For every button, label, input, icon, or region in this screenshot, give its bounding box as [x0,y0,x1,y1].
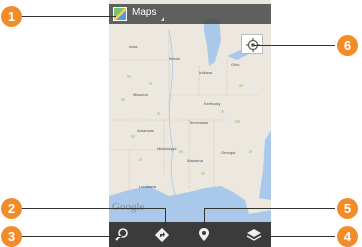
action-bar: Maps [109,4,271,24]
places-button[interactable] [195,226,213,244]
callout-badge-3: 3 [1,226,22,247]
callout-line-5-vertical [204,208,205,228]
callout-line-2-vertical [165,208,166,228]
search-icon [115,228,128,241]
callout-line-3 [21,236,122,237]
layers-icon [246,229,262,241]
callout-line-1 [21,16,116,17]
map-label-georgia: Georgia [221,150,236,155]
map-label-indiana: Indiana [199,70,213,75]
map-label-illinois: Illinois [169,56,181,61]
callout-line-4 [262,236,335,237]
map-label-louisiana: Louisiana [139,184,157,189]
map-label-ohio: Ohio [231,62,240,67]
chevron-down-icon [161,17,164,21]
callout-line-6 [254,45,335,46]
bottom-toolbar [109,222,271,247]
layers-button[interactable] [245,226,263,244]
map-label-missouri: Missouri [133,92,148,97]
search-button[interactable] [113,226,131,244]
directions-button[interactable] [153,226,171,244]
map-label-mississippi: Mississippi [157,146,177,151]
google-attribution: Google [112,201,145,213]
map-label-iowa: Iowa [129,44,138,49]
callout-badge-5: 5 [337,198,358,219]
callout-badge-4: 4 [337,226,358,247]
callout-line-2 [21,208,166,209]
my-location-button[interactable] [241,34,263,54]
map-label-arkansas: Arkansas [137,128,154,133]
map-label-alabama: Alabama [187,158,203,163]
callout-line-5 [204,208,335,209]
places-icon [199,228,209,241]
directions-icon [154,227,170,243]
callout-badge-2: 2 [1,198,22,219]
app-title[interactable]: Maps [132,7,156,18]
map-label-kentucky: Kentucky [204,101,221,106]
callout-badge-1: 1 [1,6,22,27]
maps-app-icon[interactable] [113,7,127,21]
map-screen[interactable]: Iowa Illinois Indiana Ohio Missouri Kent… [109,0,271,247]
callout-badge-6: 6 [337,35,358,56]
map-label-tennessee: Tennessee [189,120,209,125]
